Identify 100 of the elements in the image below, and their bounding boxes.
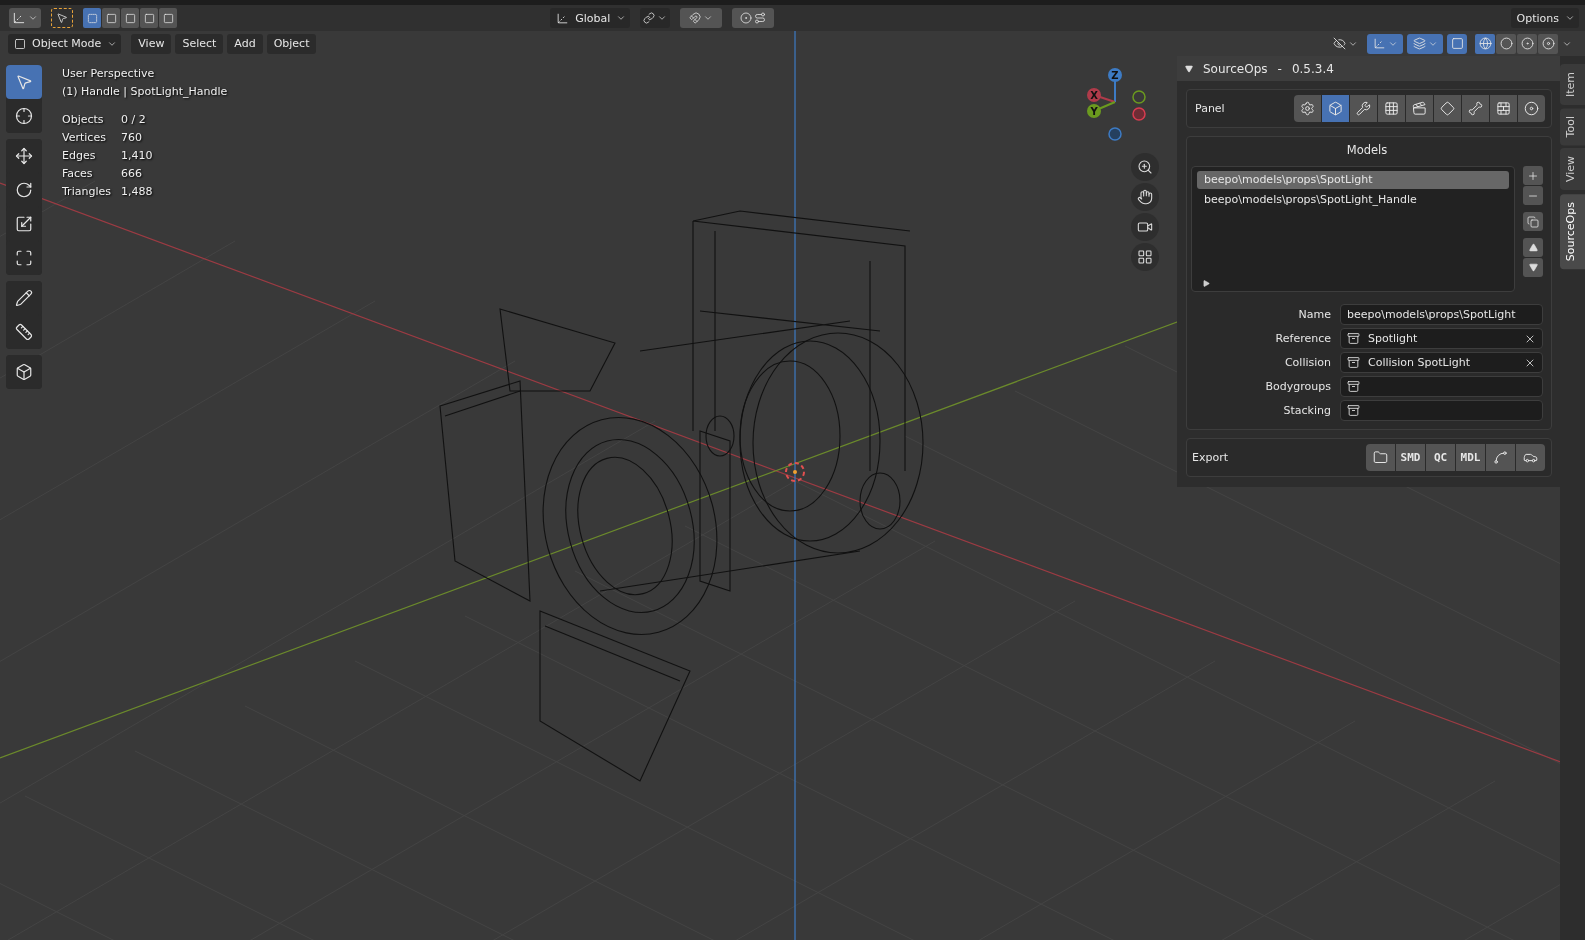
viewport-toggle-button[interactable] — [1447, 33, 1467, 54]
tool-button[interactable] — [6, 355, 42, 389]
camera-icon — [1137, 219, 1153, 235]
axes-icon — [1372, 37, 1386, 50]
stat-value: 1,410 — [120, 148, 153, 164]
add-button[interactable] — [1523, 166, 1543, 185]
menu-button[interactable]: Select — [175, 33, 224, 54]
name-field[interactable]: beepo\models\props\SpotLight — [1340, 304, 1543, 325]
select-mode-button[interactable] — [140, 8, 158, 28]
pointer-icon — [56, 12, 68, 24]
options-dropdown[interactable]: Options — [1510, 8, 1579, 28]
link-icon — [643, 12, 656, 24]
xray-icon — [1450, 37, 1464, 50]
sidebar-tab[interactable]: Tool — [1560, 108, 1585, 146]
axes-icon — [556, 11, 570, 25]
export-button[interactable] — [1366, 444, 1395, 471]
select-mode-button[interactable] — [83, 8, 101, 28]
model-list-item[interactable]: beepo\models\props\SpotLight_Handle — [1197, 191, 1509, 209]
mode-dropdown[interactable]: Object Mode — [8, 33, 122, 54]
shading-button[interactable] — [1475, 33, 1495, 54]
viewport-toggle-button[interactable] — [1407, 33, 1443, 54]
panel-tab[interactable] — [1490, 95, 1517, 122]
scale-icon — [15, 215, 33, 233]
orientation-dropdown[interactable]: Global — [550, 8, 631, 28]
collapse-icon — [1185, 64, 1193, 73]
move-down-button[interactable] — [1523, 258, 1543, 277]
export-format-button[interactable]: SMD — [1396, 444, 1425, 471]
editor-type-button[interactable] — [9, 8, 41, 28]
panel-tab[interactable] — [1518, 95, 1545, 122]
pencil-icon — [15, 289, 33, 307]
field-label: Stacking — [1282, 404, 1331, 417]
caret-icon — [616, 13, 627, 23]
caret-icon — [657, 13, 668, 23]
export-format-button[interactable]: MDL — [1456, 444, 1485, 471]
select-mode-icon — [143, 12, 155, 24]
stat-label: Vertices — [62, 130, 107, 146]
magnet-icon — [689, 12, 702, 24]
duplicate-button[interactable] — [1523, 212, 1543, 231]
crosshair-icon — [15, 107, 33, 125]
sidebar-tab[interactable]: View — [1560, 148, 1585, 191]
panel-tab[interactable] — [1322, 95, 1349, 122]
export-button[interactable] — [1486, 444, 1515, 471]
object-mode-icon — [14, 37, 26, 50]
field-label: Name — [1297, 308, 1331, 321]
object-field[interactable] — [1340, 400, 1543, 421]
expand-icon — [1203, 280, 1210, 287]
model-list-item[interactable]: beepo\models\props\SpotLight — [1197, 171, 1509, 189]
rotate-icon — [15, 181, 33, 199]
menu-button[interactable]: Object — [266, 33, 317, 54]
camera-button[interactable] — [1131, 213, 1159, 241]
proportional-icon — [740, 12, 753, 24]
select-mode-button[interactable] — [102, 8, 120, 28]
panel-tab[interactable] — [1406, 95, 1433, 122]
object-field[interactable] — [1340, 376, 1543, 397]
remove-button[interactable] — [1523, 186, 1543, 205]
gear-icon — [1300, 101, 1315, 116]
pan-button[interactable] — [1131, 183, 1159, 211]
panel-tab[interactable] — [1294, 95, 1321, 122]
disc-icon — [1524, 101, 1539, 116]
zoom-button[interactable] — [1131, 153, 1159, 181]
stat-label: Faces — [62, 166, 94, 182]
export-format-button[interactable]: QC — [1426, 444, 1455, 471]
select-mode-button[interactable] — [121, 8, 139, 28]
panel-tab[interactable] — [1462, 95, 1489, 122]
menu-button[interactable]: View — [131, 33, 172, 54]
shading-button[interactable] — [1496, 33, 1516, 54]
perspective-button[interactable] — [1131, 243, 1159, 271]
panel-tab[interactable] — [1434, 95, 1461, 122]
object-data-icon — [1347, 332, 1360, 345]
object-info: (1) Handle | SpotLight_Handle — [62, 84, 228, 100]
panel-tab[interactable] — [1350, 95, 1377, 122]
field-value: Collision SpotLight — [1368, 356, 1471, 369]
menu-button[interactable]: Add — [227, 33, 263, 54]
snap-button[interactable] — [680, 8, 723, 28]
down-triangle-icon — [1528, 263, 1538, 272]
object-field[interactable]: Spotlight — [1340, 328, 1543, 349]
stat-value: 666 — [120, 166, 143, 182]
folder-icon — [1373, 450, 1388, 465]
sidebar-tab[interactable]: Item — [1560, 64, 1585, 106]
move-up-button[interactable] — [1523, 238, 1543, 257]
export-button[interactable] — [1516, 444, 1545, 471]
tool-select-button[interactable] — [51, 8, 73, 28]
pivot-button[interactable] — [640, 8, 671, 28]
select-mode-icon — [162, 12, 174, 24]
object-data-icon — [1347, 380, 1360, 393]
ruler-icon — [15, 323, 33, 341]
shading-button[interactable] — [1538, 33, 1558, 54]
viewport-toggle-button[interactable] — [1367, 33, 1403, 54]
models-title: Models — [1345, 142, 1389, 159]
stat-value: 1,488 — [120, 184, 153, 200]
stat-label: Edges — [62, 148, 97, 164]
sidebar-tab[interactable]: SourceOps — [1560, 193, 1585, 269]
proportional-button[interactable] — [732, 8, 775, 28]
panel-title: SourceOps — [1203, 61, 1268, 76]
material-sphere-icon — [1520, 37, 1534, 50]
object-field[interactable]: Collision SpotLight — [1340, 352, 1543, 373]
shading-button[interactable] — [1517, 33, 1537, 54]
panel-tab[interactable] — [1378, 95, 1405, 122]
select-mode-button[interactable] — [159, 8, 177, 28]
field-label: Bodygroups — [1264, 380, 1331, 393]
